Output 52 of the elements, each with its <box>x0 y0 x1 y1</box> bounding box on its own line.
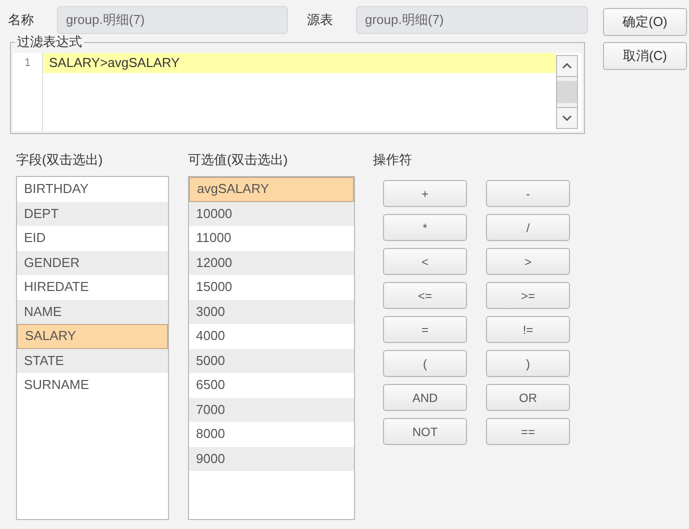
operator-button[interactable]: = <box>383 316 467 343</box>
list-item[interactable]: 6500 <box>189 373 354 398</box>
dialog-button[interactable]: 取消(C) <box>603 42 687 70</box>
chevron-up-icon[interactable] <box>562 63 572 69</box>
operator-button[interactable]: NOT <box>383 418 467 445</box>
list-item[interactable]: 3000 <box>189 300 354 324</box>
operator-button[interactable]: < <box>383 248 467 275</box>
list-item[interactable]: avgSALARY <box>189 177 354 202</box>
field-label: 名称 <box>8 11 35 30</box>
operator-button[interactable]: * <box>383 214 467 241</box>
field-label: 源表 <box>307 11 334 30</box>
operator-button[interactable]: OR <box>486 384 570 411</box>
list-item[interactable]: EID <box>17 226 168 250</box>
source-field[interactable]: group.明细(7) <box>356 6 588 34</box>
operator-button[interactable]: AND <box>383 384 467 411</box>
section-label: 操作符 <box>373 151 413 168</box>
operator-button[interactable]: == <box>486 418 570 445</box>
operator-button[interactable]: != <box>486 316 570 343</box>
list-item[interactable]: GENDER <box>17 250 168 275</box>
list-item[interactable]: 7000 <box>189 398 354 422</box>
list-item[interactable]: NAME <box>17 300 168 324</box>
list-item[interactable]: 10000 <box>189 202 354 226</box>
operator-button[interactable]: - <box>486 180 570 207</box>
list-item[interactable]: HIREDATE <box>17 275 168 300</box>
list-item[interactable]: 4000 <box>189 324 354 348</box>
operator-button[interactable]: ( <box>383 350 467 377</box>
list-item[interactable]: 9000 <box>189 446 354 471</box>
operator-button[interactable]: <= <box>383 282 467 309</box>
operator-button[interactable]: ) <box>486 350 570 377</box>
chevron-down-icon[interactable] <box>562 115 572 121</box>
operator-button[interactable]: + <box>383 180 467 207</box>
operator-button[interactable]: / <box>486 214 570 241</box>
list-item[interactable]: SURNAME <box>17 373 168 398</box>
list-item[interactable]: 12000 <box>189 250 354 275</box>
dialog-button[interactable]: 确定(O) <box>603 8 687 36</box>
list-label: 字段(双击选出) <box>16 151 104 168</box>
operator-button[interactable]: >= <box>486 282 570 309</box>
list-item[interactable]: 11000 <box>189 226 354 250</box>
list-label: 可选值(双击选出) <box>188 151 289 168</box>
operator-button[interactable]: > <box>486 248 570 275</box>
expression-editor[interactable]: 1 SALARY>avgSALARY <box>13 53 582 131</box>
list-item[interactable]: 8000 <box>189 422 354 446</box>
list-item[interactable]: 5000 <box>189 348 354 373</box>
list-item[interactable]: BIRTHDAY <box>17 177 168 202</box>
group-title: 过滤表达式 <box>15 34 84 50</box>
list-item[interactable]: 15000 <box>189 275 354 300</box>
list-item[interactable]: STATE <box>17 348 168 373</box>
line-number: 1 <box>23 56 32 71</box>
list-item[interactable]: DEPT <box>17 202 168 226</box>
list-item[interactable]: SALARY <box>17 324 168 348</box>
scrollbar[interactable] <box>556 55 578 129</box>
name-field[interactable]: group.明细(7) <box>57 6 288 34</box>
